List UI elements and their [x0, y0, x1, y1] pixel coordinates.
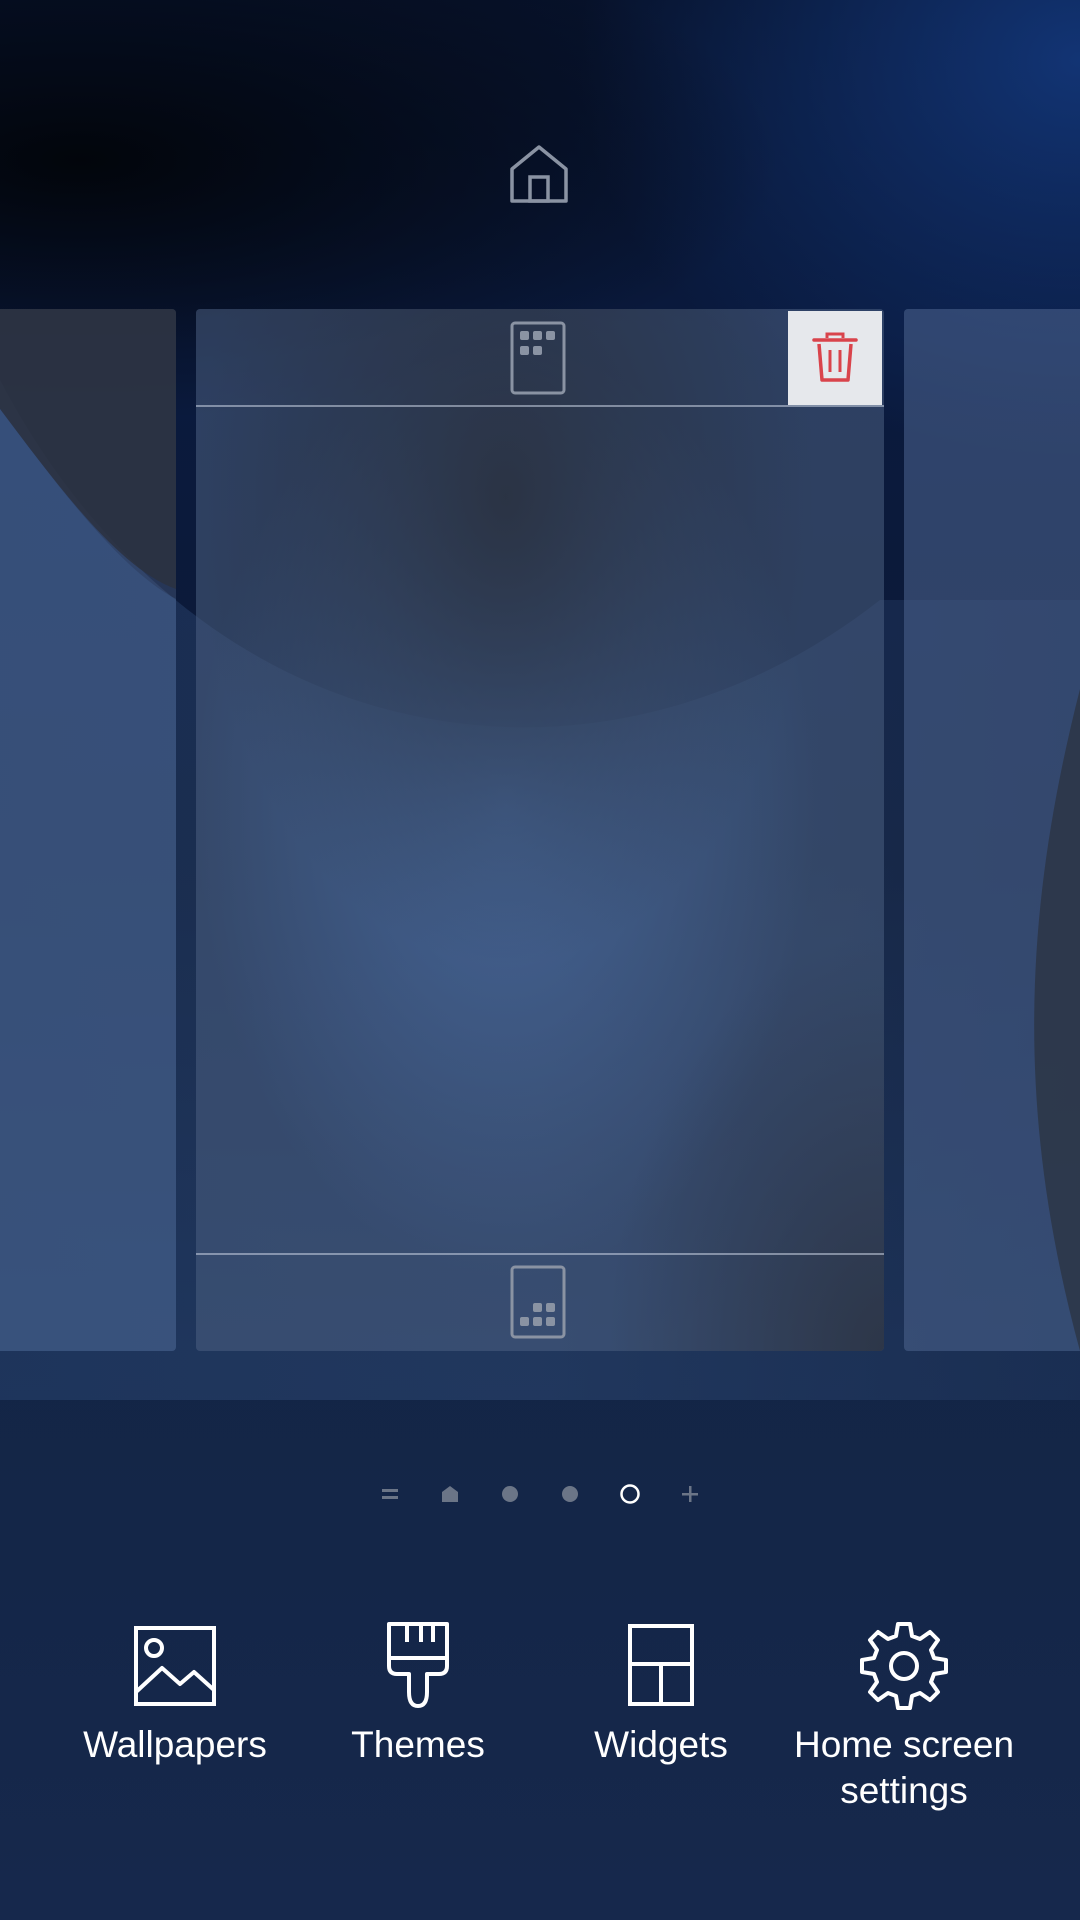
- wallpapers-label: Wallpapers: [83, 1724, 267, 1765]
- apps-dock-icon: [510, 1265, 566, 1339]
- menu-lines-icon: [382, 1489, 398, 1499]
- dot-icon: [502, 1486, 518, 1502]
- dot-icon: [562, 1486, 578, 1502]
- home-small-icon: [442, 1486, 458, 1502]
- page-wallpaper-left: [0, 309, 176, 1351]
- apps-grid-icon: [510, 321, 566, 395]
- page-wallpaper-right: [904, 309, 1080, 1351]
- themes-label: Themes: [351, 1724, 485, 1765]
- paintbrush-icon: [387, 1622, 449, 1708]
- indicator-add-page[interactable]: [660, 1474, 720, 1514]
- indicator-page-1[interactable]: [480, 1474, 540, 1514]
- page-preview-right[interactable]: [904, 309, 1080, 1351]
- home-screen-settings-label: Home screen settings: [779, 1722, 1029, 1814]
- settings-label-line1: Home screen: [793, 1724, 1015, 1765]
- indicator-page-2[interactable]: [540, 1474, 600, 1514]
- indicator-page-current[interactable]: [600, 1474, 660, 1514]
- gear-icon: [860, 1622, 948, 1710]
- settings-label-line2: settings: [840, 1770, 968, 1811]
- widgets-label: Widgets: [594, 1724, 728, 1765]
- indicator-menu[interactable]: [360, 1474, 420, 1514]
- trash-icon: [812, 332, 858, 382]
- wallpapers-button[interactable]: Wallpapers: [50, 1620, 300, 1768]
- home-page-icon[interactable]: [508, 143, 570, 205]
- image-icon: [134, 1626, 216, 1706]
- page-wallpaper-current: [196, 309, 884, 1351]
- delete-page-button[interactable]: [788, 311, 882, 405]
- page-preview-left[interactable]: [0, 309, 176, 1351]
- home-screen-settings-button[interactable]: Home screen settings: [779, 1620, 1029, 1814]
- indicator-home[interactable]: [420, 1474, 480, 1514]
- themes-button[interactable]: Themes: [293, 1620, 543, 1768]
- plus-icon: [682, 1486, 698, 1502]
- page-preview-current[interactable]: [196, 309, 884, 1351]
- page-indicator: [0, 1474, 1080, 1514]
- dot-outline-icon: [620, 1484, 640, 1504]
- edit-menu: Wallpapers Themes Widgets Home screen se…: [0, 1620, 1080, 1840]
- widgets-button[interactable]: Widgets: [536, 1620, 786, 1768]
- widgets-icon: [628, 1624, 694, 1706]
